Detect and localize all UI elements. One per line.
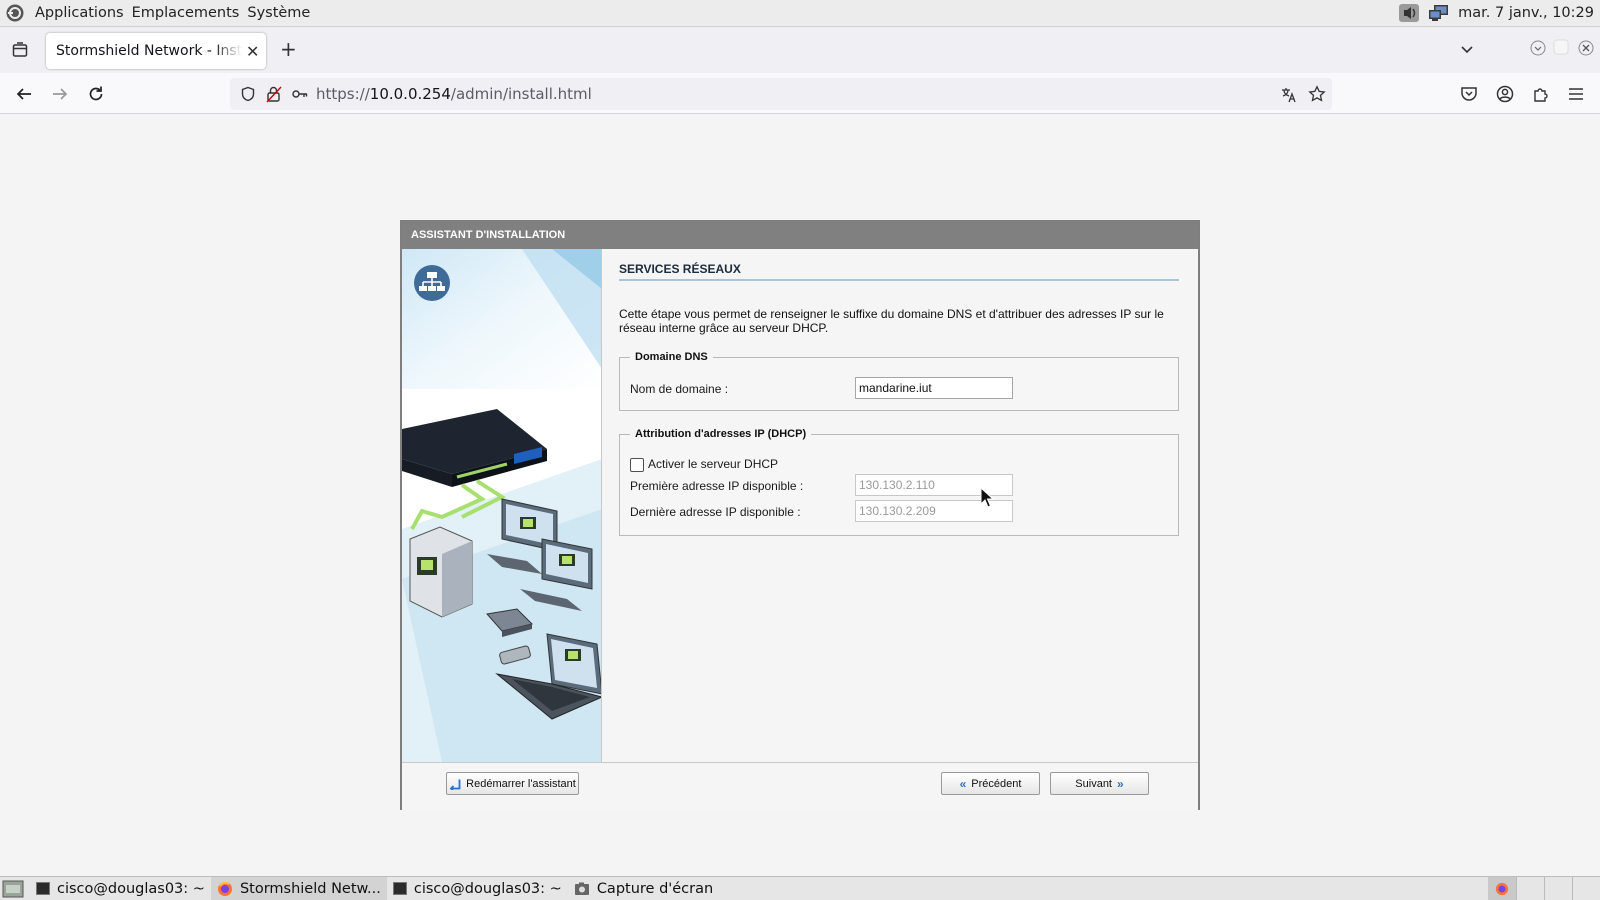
dhcp-enable-label[interactable]: Activer le serveur DHCP: [648, 457, 778, 471]
domain-name-label: Nom de domaine :: [630, 382, 729, 396]
dhcp-legend: Attribution d'adresses IP (DHCP): [635, 428, 807, 440]
previous-label: Précédent: [971, 777, 1022, 790]
workspace-4[interactable]: [1572, 876, 1600, 900]
browser-tab-stormshield[interactable]: Stormshield Network - Installation ✕: [46, 33, 266, 69]
url-scheme: https://: [316, 85, 370, 103]
chevron-down-icon[interactable]: [1460, 43, 1474, 57]
screenshot-tool-icon: [574, 882, 589, 895]
distribution-logo-icon[interactable]: [5, 3, 25, 23]
dns-domain-legend: Domaine DNS: [635, 351, 708, 363]
browser-navigation-toolbar: https://10.0.0.254/admin/install.html: [0, 73, 1600, 114]
double-chevron-left-icon: «: [959, 776, 967, 791]
terminal-icon: [392, 882, 407, 895]
wizard-header: ASSISTANT D'INSTALLATION: [402, 222, 1198, 249]
restart-icon: [449, 779, 461, 790]
workspace-3[interactable]: [1544, 876, 1572, 900]
first-ip-label: Première adresse IP disponible :: [630, 479, 804, 493]
firewall-appliance-icon: [402, 409, 547, 487]
url-path: /admin/install.html: [450, 85, 592, 103]
maximize-icon[interactable]: [1553, 39, 1569, 55]
step-description: Cette étape vous permet de renseigner le…: [619, 307, 1164, 335]
taskbar-item-label: cisco@douglas03: ~: [413, 880, 562, 897]
wizard-footer: Redémarrer l'assistant « Précédent Suiva…: [402, 762, 1198, 810]
mouse-cursor-icon: [980, 487, 994, 508]
system-menu[interactable]: Système: [243, 5, 314, 21]
domain-name-row: Nom de domaine : mandarine.iut: [620, 377, 1178, 403]
first-ip-row: Première adresse IP disponible : 130.130…: [620, 474, 1178, 500]
account-icon[interactable]: [1496, 85, 1514, 103]
pocket-icon[interactable]: [1460, 85, 1478, 103]
system-top-panel: Applications Emplacements Système mar. 7…: [0, 0, 1600, 27]
last-ip-label: Dernière adresse IP disponible :: [630, 505, 801, 519]
taskbar-item-terminal-2[interactable]: cisco@douglas03: ~: [387, 877, 568, 900]
dns-domain-fieldset: Domaine DNS Nom de domaine : mandarine.i…: [619, 351, 1179, 411]
close-icon[interactable]: ✕: [246, 42, 259, 61]
places-menu[interactable]: Emplacements: [128, 5, 244, 21]
workspace-1[interactable]: [1488, 876, 1516, 900]
forward-arrow-icon[interactable]: [51, 85, 69, 103]
dhcp-enable-checkbox[interactable]: [630, 458, 644, 472]
extensions-puzzle-icon[interactable]: [1532, 85, 1550, 103]
address-bar[interactable]: https://10.0.0.254/admin/install.html: [230, 78, 1332, 110]
show-desktop-icon[interactable]: [2, 879, 24, 899]
applications-menu[interactable]: Applications: [31, 5, 128, 21]
taskbar-item-label: Stormshield Netw...: [239, 880, 381, 897]
restart-wizard-button[interactable]: Redémarrer l'assistant: [446, 772, 579, 795]
volume-icon[interactable]: [1398, 3, 1420, 23]
step-panel: SERVICES RÉSEAUX Cette étape vous permet…: [619, 249, 1179, 536]
next-label: Suivant: [1075, 777, 1112, 790]
taskbar-item-label: cisco@douglas03: ~: [57, 880, 205, 897]
taskbar-item-terminal-1[interactable]: cisco@douglas03: ~: [30, 877, 211, 900]
network-hub-icon: [414, 265, 450, 301]
network-illustration: [402, 249, 602, 762]
minimize-icon[interactable]: [1530, 40, 1546, 56]
dhcp-enable-row: Activer le serveur DHCP: [620, 454, 1178, 474]
taskbar-item-firefox[interactable]: Stormshield Netw...: [210, 876, 387, 900]
insecure-lock-icon[interactable]: [266, 85, 282, 103]
window-close-icon[interactable]: [1578, 40, 1594, 56]
taskbar-item-screenshot[interactable]: Capture d'écran: [568, 877, 719, 900]
browser-tab-bar: Stormshield Network - Installation ✕ +: [0, 28, 1600, 73]
server-tower-icon: [409, 526, 473, 618]
system-taskbar: cisco@douglas03: ~ Stormshield Netw... c…: [0, 876, 1600, 900]
tab-title: Stormshield Network - Installation: [56, 43, 242, 59]
url-text[interactable]: https://10.0.0.254/admin/install.html: [316, 85, 592, 103]
new-tab-plus-icon[interactable]: +: [280, 37, 297, 61]
double-chevron-right-icon: »: [1117, 776, 1124, 791]
last-ip-row: Dernière adresse IP disponible : 130.130…: [620, 500, 1178, 526]
page-content: ASSISTANT D'INSTALLATION SERVICES RÉSEAU…: [0, 114, 1600, 876]
tracking-shield-icon[interactable]: [240, 86, 256, 102]
dhcp-fieldset: Attribution d'adresses IP (DHCP) Activer…: [619, 428, 1179, 536]
terminal-icon: [36, 882, 50, 895]
bookmark-star-icon[interactable]: [1308, 85, 1326, 103]
reload-icon[interactable]: [87, 85, 105, 103]
installation-wizard: ASSISTANT D'INSTALLATION SERVICES RÉSEAU…: [400, 220, 1200, 810]
panel-clock[interactable]: mar. 7 janv., 10:29: [1458, 5, 1594, 21]
tab-overview-icon[interactable]: [12, 42, 28, 58]
firefox-icon: [1495, 882, 1509, 895]
domain-name-input[interactable]: mandarine.iut: [855, 377, 1013, 399]
restart-wizard-label: Redémarrer l'assistant: [466, 777, 576, 790]
firefox-icon: [217, 881, 232, 896]
taskbar-item-label: Capture d'écran: [596, 880, 714, 897]
workspace-2[interactable]: [1516, 876, 1544, 900]
network-icon[interactable]: [1428, 4, 1450, 22]
hamburger-menu-icon[interactable]: [1568, 86, 1584, 102]
workspace-switcher: [1488, 876, 1600, 900]
key-icon[interactable]: [292, 88, 308, 100]
url-host: 10.0.0.254: [369, 85, 451, 103]
next-button[interactable]: Suivant »: [1050, 772, 1149, 795]
translate-icon[interactable]: [1280, 86, 1298, 104]
step-title: SERVICES RÉSEAUX: [619, 262, 1179, 281]
previous-button[interactable]: « Précédent: [941, 772, 1040, 795]
back-arrow-icon[interactable]: [15, 85, 33, 103]
